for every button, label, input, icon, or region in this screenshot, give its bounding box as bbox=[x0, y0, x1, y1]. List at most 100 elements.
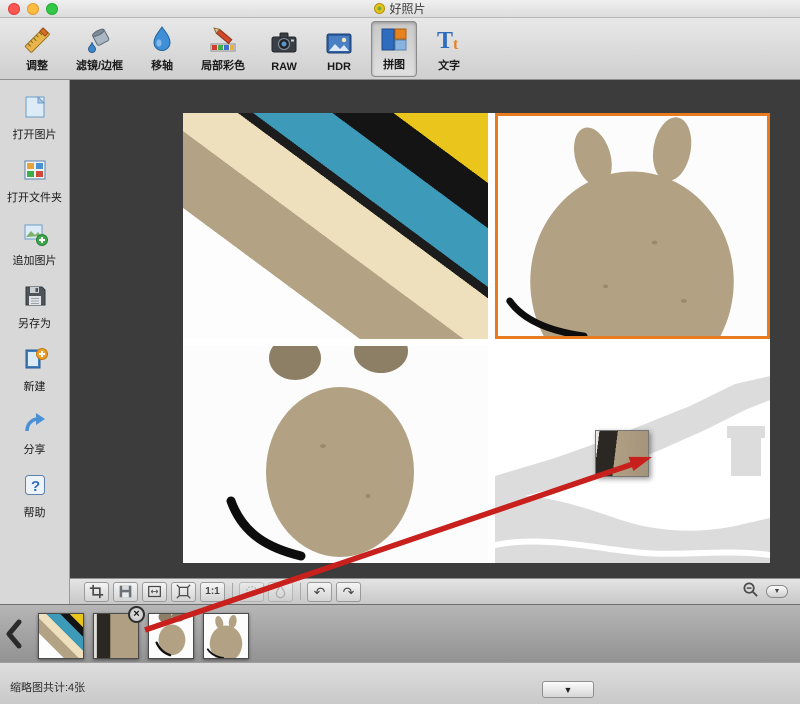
left-sidebar: 打开图片 打开文件夹 追加图片 另存为 新建 分享 ? 帮助 bbox=[0, 80, 70, 604]
expand-button[interactable] bbox=[171, 581, 196, 602]
sidebar-item-share[interactable]: 分享 bbox=[22, 409, 48, 457]
app-icon bbox=[374, 3, 386, 14]
window-title: 好照片 bbox=[0, 0, 800, 17]
toolbar-item-hdr[interactable]: HDR bbox=[316, 21, 362, 77]
toolbar-separator bbox=[232, 583, 233, 600]
toolbar-label: 滤镜/边框 bbox=[76, 59, 124, 72]
undo-button[interactable]: ↶ bbox=[307, 581, 332, 602]
thumbnail-stripes[interactable] bbox=[38, 613, 84, 659]
actual-size-button[interactable]: 1:1 bbox=[200, 581, 225, 602]
sidebar-label: 追加图片 bbox=[12, 255, 57, 267]
editor-canvas bbox=[70, 80, 800, 578]
floppy-icon bbox=[119, 585, 132, 598]
collapse-panel-button[interactable]: ▼ bbox=[542, 681, 594, 698]
collage-cell-stripes[interactable] bbox=[183, 113, 488, 339]
brush-button[interactable] bbox=[239, 581, 264, 602]
thumbnail-bear[interactable] bbox=[148, 613, 194, 659]
sidebar-item-save-as[interactable]: 另存为 bbox=[18, 283, 51, 331]
sidebar-item-open-image[interactable]: 打开图片 bbox=[13, 94, 57, 142]
scroll-left-button[interactable] bbox=[3, 617, 25, 656]
hdr-icon bbox=[324, 28, 354, 61]
status-bar: 缩略图共计:4张 ▼ bbox=[0, 662, 800, 704]
chevron-down-icon: ▼ bbox=[563, 684, 573, 695]
open-folder-icon bbox=[22, 157, 48, 186]
crop-button[interactable] bbox=[84, 581, 109, 602]
toolbar-label: HDR bbox=[327, 60, 351, 73]
zoom-slider-arrow: ▼ bbox=[773, 588, 781, 595]
thumbnail-stripes-image bbox=[39, 614, 83, 658]
redo-button[interactable]: ↷ bbox=[336, 581, 361, 602]
sidebar-item-append-image[interactable]: 追加图片 bbox=[13, 220, 57, 268]
minimize-window-button[interactable] bbox=[27, 2, 39, 15]
toolbar-label: RAW bbox=[271, 60, 297, 73]
remove-thumbnail-button[interactable]: × bbox=[128, 606, 145, 623]
redo-icon: ↷ bbox=[342, 583, 355, 600]
thumbnail-bar: × bbox=[0, 604, 800, 662]
sidebar-item-help[interactable]: ? 帮助 bbox=[22, 472, 48, 520]
toolbar-item-filter-border[interactable]: 滤镜/边框 bbox=[69, 21, 130, 77]
bucket-small-icon bbox=[275, 584, 286, 599]
titlebar: 好照片 bbox=[0, 0, 800, 18]
toolbar-item-text[interactable]: T t 文字 bbox=[426, 21, 472, 77]
toolbar-label: 文字 bbox=[438, 59, 461, 72]
crop-icon bbox=[89, 584, 104, 599]
fit-screen-button[interactable] bbox=[142, 581, 167, 602]
toolbar-item-tilt-shift[interactable]: 移轴 bbox=[139, 21, 185, 77]
save-button[interactable] bbox=[113, 581, 138, 602]
zoom-out-button[interactable] bbox=[742, 581, 759, 603]
expand-icon bbox=[176, 584, 191, 599]
bucket-small-button[interactable] bbox=[268, 581, 293, 602]
bear-face-image bbox=[183, 346, 488, 563]
main-toolbar: 调整 滤镜/边框 移轴 局部彩色 RAW HDR 拼图 T t 文字 bbox=[0, 18, 800, 80]
undo-icon: ↶ bbox=[313, 583, 326, 600]
append-image-icon bbox=[22, 220, 48, 249]
sidebar-label: 另存为 bbox=[18, 318, 51, 330]
svg-text:t: t bbox=[453, 36, 459, 53]
brush-icon bbox=[245, 585, 258, 598]
zoom-window-button[interactable] bbox=[46, 2, 58, 15]
paint-bucket-icon bbox=[85, 24, 115, 57]
window-title-text: 好照片 bbox=[389, 2, 426, 16]
canvas-toolbar: 1:1 ↶ ↷ ▼ bbox=[70, 578, 800, 604]
traffic-lights bbox=[0, 2, 58, 15]
camera-icon bbox=[269, 28, 299, 61]
help-icon: ? bbox=[22, 472, 48, 501]
toolbar-label: 调整 bbox=[26, 59, 48, 72]
dragged-photo[interactable] bbox=[595, 430, 649, 477]
stripes-image bbox=[183, 113, 488, 339]
sidebar-label: 新建 bbox=[23, 381, 46, 393]
svg-text:T: T bbox=[437, 28, 453, 54]
adjust-icon bbox=[22, 24, 52, 57]
collage-page bbox=[183, 113, 770, 563]
zoom-slider[interactable]: ▼ bbox=[766, 585, 788, 598]
toolbar-item-collage[interactable]: 拼图 bbox=[371, 20, 418, 77]
fit-screen-icon bbox=[148, 585, 161, 598]
collage-icon bbox=[379, 25, 409, 56]
zoom-out-icon bbox=[743, 582, 758, 597]
chevron-left-icon bbox=[6, 619, 22, 649]
toolbar-item-raw[interactable]: RAW bbox=[261, 21, 307, 77]
close-window-button[interactable] bbox=[8, 2, 20, 15]
rabbit-image bbox=[498, 116, 767, 336]
save-as-icon bbox=[22, 283, 48, 312]
open-image-icon bbox=[22, 94, 48, 123]
thumbnail-rabbit-image bbox=[204, 614, 248, 658]
toolbar-item-adjust[interactable]: 调整 bbox=[14, 21, 60, 77]
toolbar-item-partial-color[interactable]: 局部彩色 bbox=[194, 21, 252, 77]
collage-cell-rabbit[interactable] bbox=[495, 113, 770, 339]
close-icon: × bbox=[133, 608, 140, 620]
sidebar-label: 打开文件夹 bbox=[7, 192, 62, 204]
thumbnail-count-text: 缩略图共计:4张 bbox=[10, 682, 86, 694]
thumbnail-bear-image bbox=[149, 614, 193, 658]
sidebar-label: 帮助 bbox=[23, 507, 46, 519]
thumbnail-rabbit[interactable] bbox=[203, 613, 249, 659]
collage-cell-bear[interactable] bbox=[183, 346, 488, 563]
sidebar-item-open-folder[interactable]: 打开文件夹 bbox=[7, 157, 62, 205]
toolbar-label: 移轴 bbox=[151, 59, 174, 72]
toolbar-separator bbox=[300, 583, 301, 600]
droplet-icon bbox=[147, 24, 177, 57]
collage-cell-great-wall[interactable] bbox=[495, 346, 770, 563]
svg-text:?: ? bbox=[31, 478, 40, 495]
color-pencil-icon bbox=[208, 24, 238, 57]
sidebar-item-new[interactable]: 新建 bbox=[22, 346, 48, 394]
